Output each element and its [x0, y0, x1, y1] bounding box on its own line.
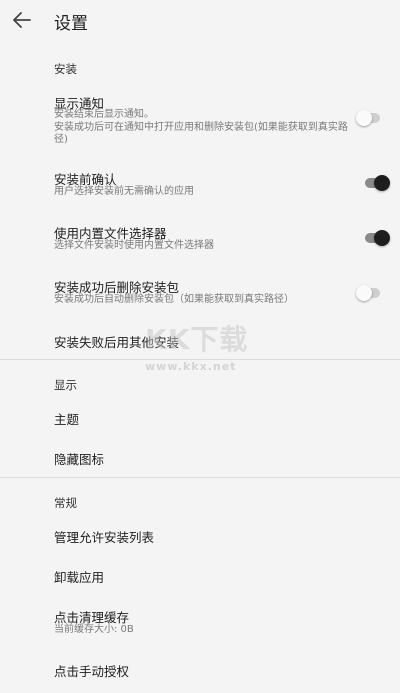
setting-subtitle: 选择文件安装时使用内置文件选择器 [54, 240, 214, 251]
toggle-thumb [356, 285, 372, 301]
toggle-thumb [356, 110, 372, 126]
show-notification-toggle[interactable] [356, 110, 384, 126]
setting-subtitle: 安装结束后显示通知。 安装成功后可在通知中打开应用和删除安装包(如果能获取到真实… [54, 109, 348, 145]
setting-show-notification[interactable]: 显示通知 安装结束后显示通知。 安装成功后可在通知中打开应用和删除安装包(如果能… [0, 85, 400, 155]
setting-fallback-installer[interactable]: 安装失败后用其他安装 [0, 322, 400, 358]
divider [0, 359, 400, 360]
setting-title: 安装失败后用其他安装 [54, 335, 180, 350]
setting-hide-icon[interactable]: 隐藏图标 [0, 440, 400, 476]
section-header-general: 常规 [54, 496, 77, 510]
app-bar: 设置 [0, 0, 400, 42]
setting-title: 隐藏图标 [54, 452, 105, 467]
setting-confirm-before-install[interactable]: 安装前确认 用户选择安装前无需确认的应用 [0, 162, 400, 206]
setting-title: 管理允许安装列表 [54, 530, 155, 545]
toggle-thumb [374, 175, 390, 191]
setting-allowed-list[interactable]: 管理允许安装列表 [0, 518, 400, 554]
setting-uninstall[interactable]: 卸载应用 [0, 558, 400, 594]
cache-size-text: 当前缓存大小: 0B [54, 624, 134, 635]
setting-title: 点击手动授权 [54, 664, 130, 679]
setting-title: 主题 [54, 412, 80, 427]
page-title: 设置 [54, 14, 88, 34]
setting-builtin-file-picker[interactable]: 使用内置文件选择器 选择文件安装时使用内置文件选择器 [0, 216, 400, 260]
delete-after-install-toggle[interactable] [356, 285, 384, 301]
section-header-display: 显示 [54, 378, 77, 392]
toggle-thumb [374, 230, 390, 246]
setting-manual-auth[interactable]: 点击手动授权 [0, 652, 400, 688]
setting-subtitle: 安装成功后自动删除安装包（如果能获取到真实路径） [54, 294, 294, 305]
arrow-left-icon[interactable] [10, 8, 34, 32]
setting-title: 卸载应用 [54, 570, 105, 585]
divider [0, 477, 400, 478]
setting-subtitle: 用户选择安装前无需确认的应用 [54, 186, 194, 197]
watermark-url: www.kkx.net [145, 360, 237, 373]
builtin-file-picker-toggle[interactable] [362, 230, 390, 246]
confirm-before-install-toggle[interactable] [362, 175, 390, 191]
setting-delete-after-install[interactable]: 安装成功后删除安装包 安装成功后自动删除安装包（如果能获取到真实路径） [0, 270, 400, 314]
setting-theme[interactable]: 主题 [0, 400, 400, 436]
section-header-install: 安装 [54, 62, 77, 76]
setting-clear-cache[interactable]: 点击清理缓存 当前缓存大小: 0B [0, 600, 400, 644]
